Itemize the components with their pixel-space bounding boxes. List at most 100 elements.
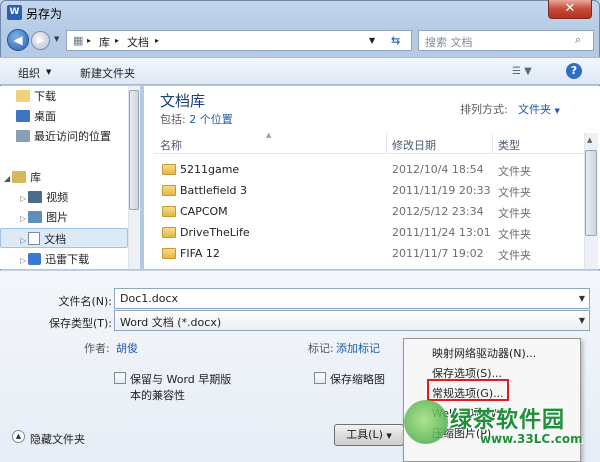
folder-icon: [162, 227, 176, 238]
arrange-dropdown-icon: ▼: [554, 107, 560, 115]
address-bar[interactable]: ▦ ▸ 库 ▸ 文档 ▸ ▼ ⇆: [66, 30, 412, 51]
address-dropdown-icon[interactable]: ▼: [369, 36, 375, 45]
save-thumbnail-label: 保存缩略图: [330, 373, 385, 386]
library-breadcrumb-icon: ▦: [73, 34, 84, 47]
nav-item-documents[interactable]: ▷ 文档: [20, 231, 66, 247]
file-name: 5211game: [180, 163, 240, 176]
hide-folders-toggle-icon[interactable]: ▲: [12, 430, 25, 443]
file-date: 2012/10/4 18:54: [392, 163, 484, 176]
forward-arrow-icon: ▶: [36, 35, 45, 46]
refresh-icon[interactable]: ⇆: [391, 34, 400, 47]
scroll-up-icon[interactable]: ▲: [587, 136, 592, 144]
file-row[interactable]: 5211game 2012/10/4 18:54 文件夹: [154, 160, 584, 181]
tags-field[interactable]: 添加标记: [336, 340, 380, 356]
word-app-icon: W: [7, 5, 22, 20]
file-name: DriveTheLife: [180, 226, 250, 239]
search-box[interactable]: 搜索 文档 ⌕: [418, 30, 594, 51]
watermark-text: 绿茶软件园: [450, 408, 566, 433]
nav-item-downloads[interactable]: 下载: [16, 88, 56, 104]
file-list-scrollbar-thumb[interactable]: [585, 150, 597, 236]
filename-input[interactable]: Doc1.docx ▼: [114, 288, 590, 309]
file-date: 2012/5/12 23:34: [392, 205, 484, 218]
folder-icon: [162, 164, 176, 175]
file-date: 2011/11/19 20:33: [392, 184, 491, 197]
view-options-icon[interactable]: ☰ ▼: [512, 66, 532, 77]
new-folder-button[interactable]: 新建文件夹: [80, 65, 135, 81]
tags-label: 标记:: [308, 342, 334, 355]
expand-arrow-icon[interactable]: ▷: [20, 214, 26, 223]
organize-dropdown-icon: ▼: [46, 68, 52, 76]
nav-scrollbar-thumb[interactable]: [129, 90, 139, 210]
filetype-select[interactable]: Word 文档 (*.docx) ▼: [114, 310, 590, 331]
nav-item-thunder-downloads[interactable]: ▷ 迅雷下载: [20, 251, 89, 267]
tools-button[interactable]: 工具(L) ▼: [334, 424, 404, 446]
hide-folders-button[interactable]: 隐藏文件夹: [30, 431, 85, 447]
arrange-by-label: 排列方式:: [460, 103, 508, 116]
recent-places-icon: [16, 130, 30, 142]
expand-arrow-icon[interactable]: ▷: [20, 256, 26, 265]
column-header-name[interactable]: 名称: [160, 137, 182, 153]
folder-icon: [162, 206, 176, 217]
column-header-type[interactable]: 类型: [498, 137, 520, 153]
search-icon[interactable]: ⌕: [575, 33, 581, 47]
breadcrumb-chevron-icon: ▸: [87, 36, 92, 45]
filetype-label: 保存类型(T):: [48, 317, 112, 330]
back-arrow-icon: ◀: [13, 33, 23, 47]
breadcrumb-chevron-icon: ▸: [115, 36, 120, 45]
folder-icon: [162, 248, 176, 259]
save-thumbnail-checkbox[interactable]: [314, 372, 326, 384]
back-button[interactable]: ◀: [7, 29, 29, 51]
column-header-row: 名称 修改日期 类型: [154, 133, 584, 154]
file-type: 文件夹: [498, 207, 531, 220]
tools-dropdown-icon: ▼: [386, 432, 392, 440]
download-folder-icon: [16, 90, 30, 102]
file-row[interactable]: Battlefield 3 2011/11/19 20:33 文件夹: [154, 181, 584, 202]
column-header-date[interactable]: 修改日期: [392, 137, 436, 153]
recent-pages-dropdown-icon[interactable]: ▼: [54, 35, 59, 43]
file-name: Battlefield 3: [180, 184, 247, 197]
nav-item-libraries[interactable]: ◢ 库: [4, 169, 41, 185]
author-label: 作者:: [84, 342, 110, 355]
file-type: 文件夹: [498, 165, 531, 178]
thunder-download-icon: [28, 253, 42, 265]
menu-item-map-network-drive[interactable]: 映射网络驱动器(N)...: [432, 345, 536, 361]
breadcrumb-chevron-icon: ▸: [155, 36, 160, 45]
close-button[interactable]: ✕: [548, 0, 592, 19]
help-button[interactable]: ?: [566, 63, 582, 79]
video-library-icon: [28, 191, 43, 203]
search-input[interactable]: 搜索 文档: [425, 34, 473, 50]
filename-label: 文件名(N):: [58, 295, 112, 308]
compat-label-line1: 保留与 Word 早期版: [130, 373, 232, 386]
folder-icon: [162, 185, 176, 196]
nav-item-videos[interactable]: ▷ 视频: [20, 189, 68, 205]
collapse-arrow-icon[interactable]: ◢: [4, 174, 10, 183]
desktop-icon: [16, 110, 30, 122]
file-type: 文件夹: [498, 249, 531, 262]
watermark-logo: [404, 400, 448, 444]
filename-dropdown-icon[interactable]: ▼: [579, 294, 585, 303]
title-bar: [0, 0, 600, 26]
document-library-icon: [28, 232, 41, 245]
organize-button[interactable]: 组织: [18, 65, 40, 81]
author-field[interactable]: 胡俊: [116, 340, 138, 356]
arrange-by-dropdown[interactable]: 文件夹 ▼: [518, 101, 560, 117]
command-toolbar: 组织 ▼ 新建文件夹: [0, 57, 600, 85]
breadcrumb-documents[interactable]: 文档: [127, 34, 149, 50]
watermark-url: www.33LC.com: [480, 432, 583, 446]
filetype-dropdown-icon[interactable]: ▼: [579, 316, 585, 325]
file-row[interactable]: DriveTheLife 2011/11/24 13:01 文件夹: [154, 223, 584, 244]
file-row[interactable]: FIFA 12 2011/11/7 19:02 文件夹: [154, 244, 584, 265]
picture-library-icon: [28, 211, 43, 223]
breadcrumb-library[interactable]: 库: [99, 34, 110, 50]
nav-item-pictures[interactable]: ▷ 图片: [20, 209, 68, 225]
nav-item-desktop[interactable]: 桌面: [16, 108, 56, 124]
file-date: 2011/11/24 13:01: [392, 226, 491, 239]
library-includes: 包括: 2 个位置: [160, 113, 233, 126]
nav-item-recent-places[interactable]: 最近访问的位置: [16, 128, 111, 144]
forward-button[interactable]: ▶: [31, 31, 50, 50]
expand-arrow-icon[interactable]: ▷: [20, 236, 26, 245]
compat-checkbox[interactable]: [114, 372, 126, 384]
includes-locations-link[interactable]: 2 个位置: [189, 113, 233, 126]
file-row[interactable]: CAPCOM 2012/5/12 23:34 文件夹: [154, 202, 584, 223]
expand-arrow-icon[interactable]: ▷: [20, 194, 26, 203]
